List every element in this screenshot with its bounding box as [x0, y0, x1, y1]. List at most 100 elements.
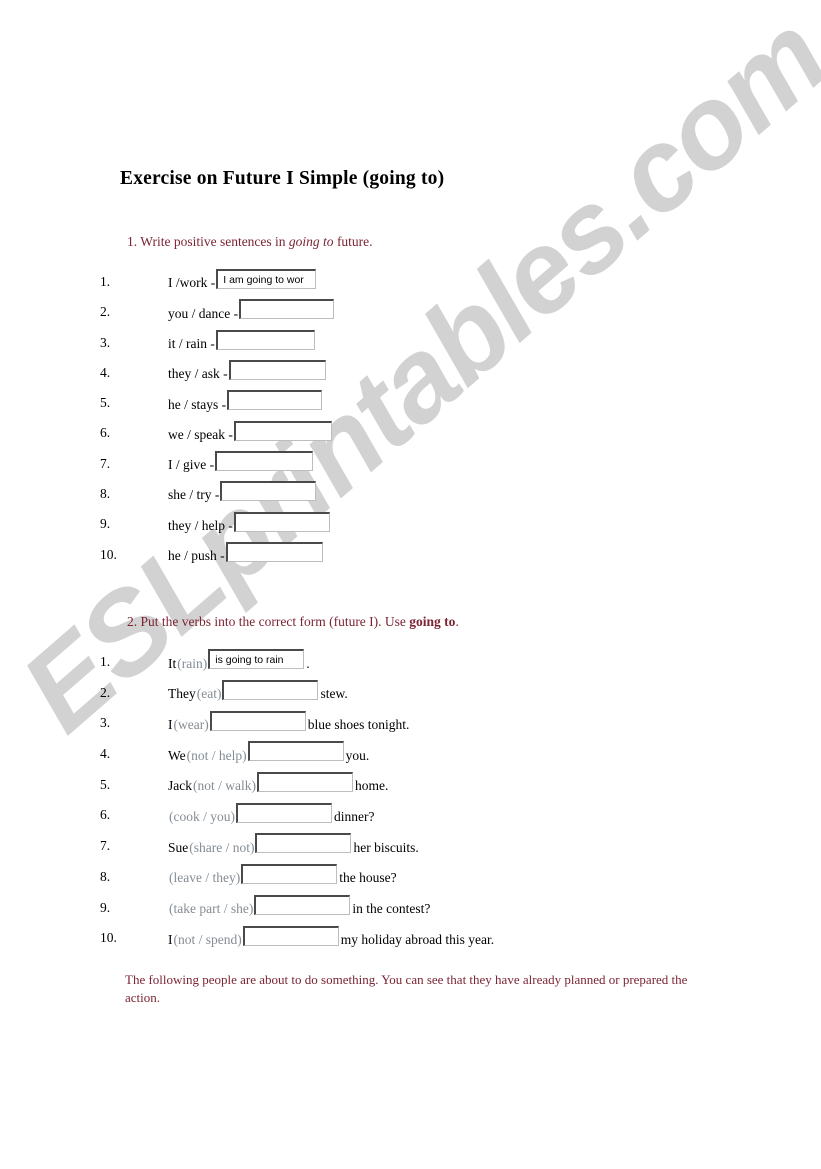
worksheet-page: ESLprintables.com Exercise on Future I S…	[0, 0, 821, 1169]
verb-hint: (not / spend)	[173, 931, 242, 947]
row-number: 5.	[100, 776, 111, 792]
answer-input[interactable]	[209, 710, 306, 731]
row-body: (cook / you) dinner?	[168, 801, 374, 832]
row-body: they / help -	[168, 510, 330, 540]
row-number: 1.	[100, 654, 111, 669]
verb-hint: (eat)	[196, 686, 222, 702]
row-number: 5.	[100, 395, 111, 411]
row-body: they / ask -	[168, 359, 326, 389]
exercise-2-list: 1. It (rain) is going to rain. 2. They (eat)…	[0, 648, 821, 955]
row-number: 7.	[100, 455, 111, 471]
verb-hint: (rain)	[177, 655, 208, 671]
exercise-1-row: 7. I / give -	[0, 450, 821, 480]
answer-input[interactable]	[215, 450, 314, 471]
prompt-label: you / dance -	[168, 305, 239, 321]
exercise-2-row: 9. (take part / she) in the contest?	[0, 894, 821, 925]
row-number: 3.	[100, 715, 111, 731]
answer-input[interactable]	[233, 420, 332, 441]
answer-input[interactable]	[247, 741, 344, 762]
verb-hint: (not / walk)	[193, 778, 256, 794]
verb-hint: (leave / they)	[169, 870, 241, 886]
answer-text: is going to rain	[215, 654, 284, 667]
answer-input[interactable]	[239, 299, 335, 320]
answer-input[interactable]	[220, 481, 317, 502]
exercise-2-row: 2. They (eat) stew.	[0, 679, 821, 710]
sentence-tail: dinner?	[333, 809, 375, 825]
answer-input[interactable]: is going to rain	[208, 649, 305, 670]
row-body: We (not / help) you.	[168, 740, 369, 771]
prompt-label: it / rain -	[168, 335, 215, 351]
row-number: 1.	[100, 274, 111, 289]
prompt-label: they / ask -	[168, 366, 228, 382]
row-body: I (not / spend) my holiday abroad this ye…	[168, 924, 494, 955]
exercise-2-row: 1. It (rain) is going to rain.	[0, 648, 821, 679]
exercise-2-row: 8. (leave / they) the house?	[0, 863, 821, 894]
row-number: 8.	[100, 486, 111, 502]
exercise-1-row: 5. he / stays -	[0, 389, 821, 419]
exercise-1-row: 4. they / ask -	[0, 359, 821, 389]
row-number: 4.	[100, 364, 111, 380]
verb-hint: (take part / she)	[169, 901, 254, 917]
exercise-1-row: 10. he / push -	[0, 541, 821, 571]
subject-label: We	[168, 747, 186, 763]
row-number: 7.	[100, 838, 111, 854]
answer-input[interactable]: I am going to wor	[216, 269, 317, 290]
exercise-2-row: 3. I (wear) blue shoes tonight.	[0, 709, 821, 740]
answer-input[interactable]	[222, 680, 319, 701]
answer-input[interactable]	[215, 329, 315, 350]
worksheet-content: Exercise on Future I Simple (going to) 1…	[0, 0, 821, 1169]
verb-hint: (not / help)	[186, 747, 247, 763]
row-body: I / give -	[168, 450, 314, 480]
prompt-label: he / push -	[168, 548, 225, 564]
sentence-tail: in the contest?	[352, 901, 431, 917]
answer-input[interactable]	[257, 772, 353, 793]
answer-input[interactable]	[235, 802, 332, 823]
row-body: They (eat) stew.	[168, 679, 348, 710]
answer-input[interactable]	[225, 541, 323, 562]
exercise-1-row: 3. it / rain -	[0, 329, 821, 359]
answer-input[interactable]	[242, 925, 339, 946]
sentence-tail: .	[306, 655, 310, 671]
answer-input[interactable]	[233, 511, 330, 532]
exercise-2-instruction: 2. Put the verbs into the correct form (…	[127, 614, 459, 630]
row-number: 3.	[100, 334, 111, 350]
prompt-label: they / help -	[168, 517, 233, 533]
exercise-1-row: 9. they / help -	[0, 510, 821, 540]
sentence-tail: stew.	[320, 686, 348, 702]
answer-input[interactable]	[255, 833, 352, 854]
row-body: she / try -	[168, 480, 317, 510]
exercise-2-row: 5. Jack (not / walk) home.	[0, 771, 821, 802]
sentence-tail: you.	[345, 747, 370, 763]
exercise-1-list: 1. I /work - I am going to wor 2. you / danc…	[0, 268, 821, 571]
exercise-1-row: 8. she / try -	[0, 480, 821, 510]
answer-input[interactable]	[227, 390, 323, 411]
exercise-2-row: 10. I (not / spend) my holiday abroad this…	[0, 924, 821, 955]
exercise-1-instruction-suffix: future.	[333, 234, 373, 249]
answer-input[interactable]	[228, 360, 326, 381]
row-body: Jack (not / walk) home.	[168, 771, 388, 802]
exercise-2-instruction-bold: going to	[409, 614, 456, 629]
answer-input[interactable]	[254, 894, 351, 915]
answer-input[interactable]	[241, 864, 338, 885]
row-number: 10.	[100, 546, 117, 562]
exercise-1-row: 6. we / speak -	[0, 419, 821, 449]
sentence-tail: home.	[355, 778, 389, 794]
prompt-label: I /work -	[168, 275, 216, 291]
prompt-label: I / give -	[168, 457, 215, 473]
sentence-tail: her biscuits.	[353, 839, 419, 855]
row-number: 6.	[100, 807, 111, 823]
row-number: 9.	[100, 899, 111, 915]
row-number: 2.	[100, 304, 111, 320]
exercise-2-row: 6. (cook / you) dinner?	[0, 801, 821, 832]
verb-hint: (wear)	[173, 716, 209, 732]
row-number: 2.	[100, 684, 111, 700]
sentence-tail: the house?	[339, 870, 397, 886]
subject-label: Jack	[168, 778, 192, 794]
exercise-1-instruction-prefix: 1. Write positive sentences in	[127, 234, 289, 249]
exercise-1-row: 2. you / dance -	[0, 298, 821, 328]
subject-label: Sue	[168, 839, 189, 855]
closing-note: The following people are about to do som…	[125, 972, 688, 1005]
exercise-2-instruction-suffix: .	[455, 614, 459, 629]
row-number: 8.	[100, 868, 111, 884]
prompt-label: he / stays -	[168, 396, 227, 412]
